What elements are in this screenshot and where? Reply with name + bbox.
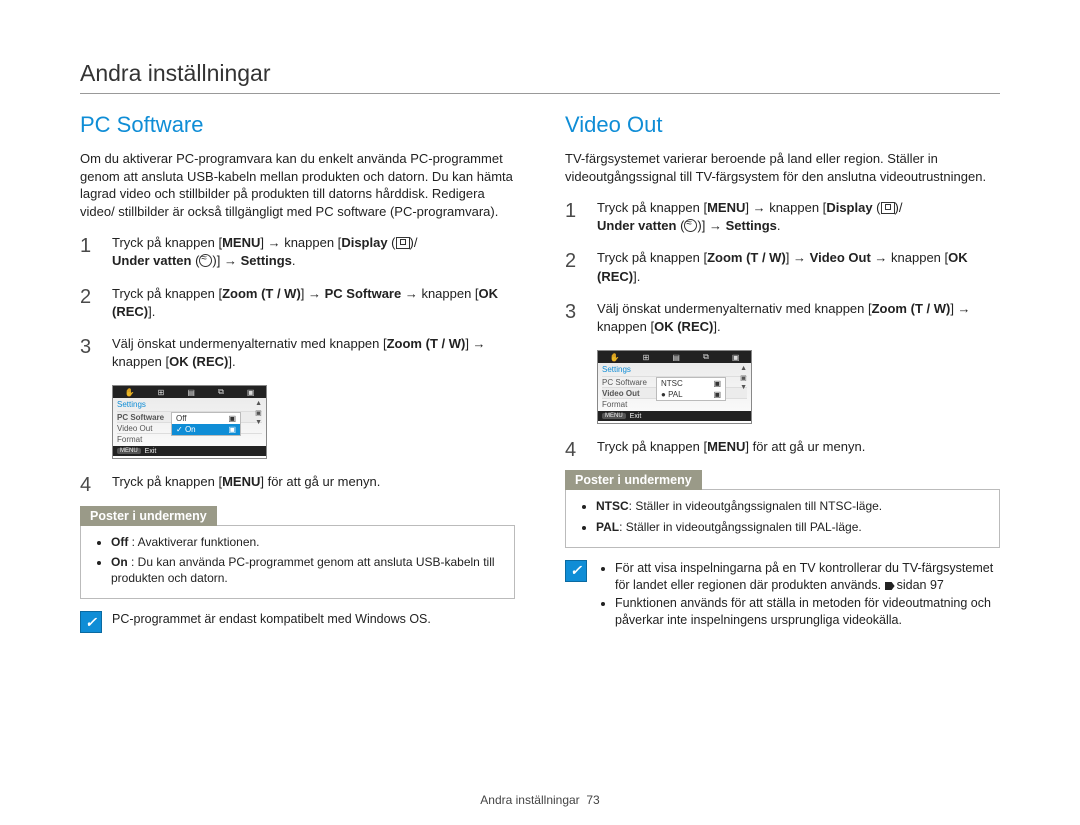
step-2: Tryck på knappen [Zoom (T / W)] → Video …: [565, 249, 1000, 285]
step-3: Välj önskat undermenyalternativ med knap…: [565, 300, 1000, 336]
step-1: Tryck på knappen [MENU] → knappen [Displ…: [565, 199, 1000, 235]
submenu-item-off: Off : Avaktiverar funktionen.: [111, 534, 502, 550]
note-icon: ✓: [565, 560, 587, 582]
column-pc-software: PC Software Om du aktiverar PC-programva…: [80, 112, 515, 633]
display-icon: [396, 237, 410, 249]
ui-screenshot-pc-software: ✋⊞▤⧉▣ Settings PC Software Video Out For…: [112, 385, 267, 459]
ui-popup-ntsc: NTSC▣: [657, 378, 725, 389]
submenu-header: Poster i undermeny: [565, 470, 702, 490]
page-footer: Andra inställningar 73: [0, 793, 1080, 807]
submenu-box: NTSC: Ställer in videoutgångssignalen ti…: [565, 489, 1000, 547]
ui-topbar: ✋⊞▤⧉▣: [598, 351, 751, 363]
heading-video-out: Video Out: [565, 112, 1000, 138]
submenu-item-ntsc: NTSC: Ställer in videoutgångssignalen ti…: [596, 498, 987, 514]
ui-side-icons: ▲▣▼: [255, 400, 262, 426]
page-number: 73: [586, 793, 599, 807]
step-2: Tryck på knappen [Zoom (T / W)] → PC Sof…: [80, 285, 515, 321]
ui-popup-on: ✓ On▣: [172, 424, 240, 435]
intro-pc-software: Om du aktiverar PC-programvara kan du en…: [80, 150, 515, 220]
ui-popup: NTSC▣ ● PAL▣: [656, 377, 726, 401]
ui-side-icons: ▲▣▼: [740, 365, 747, 391]
ui-topbar: ✋⊞▤⧉▣: [113, 386, 266, 398]
ui-screenshot-video-out: ✋⊞▤⧉▣ Settings PC Software Video Out For…: [597, 350, 752, 424]
ui-popup-pal: ● PAL▣: [657, 389, 725, 400]
ui-bottombar: MENUExit: [598, 411, 751, 421]
note-line-1: För att visa inspelningarna på en TV kon…: [615, 560, 1000, 595]
ui-popup-off: Off▣: [172, 413, 240, 424]
footer-label: Andra inställningar: [480, 793, 579, 807]
intro-video-out: TV-färgsystemet varierar beroende på lan…: [565, 150, 1000, 185]
note-block: ✓ För att visa inspelningarna på en TV k…: [565, 560, 1000, 630]
ui-settings-label: Settings: [598, 363, 751, 376]
note-line-2: Funktionen används för att ställa in met…: [615, 595, 1000, 630]
step-3: Välj önskat undermenyalternativ med knap…: [80, 335, 515, 371]
submenu-item-pal: PAL: Ställer in videoutgångssignalen til…: [596, 519, 987, 535]
submenu-box: Off : Avaktiverar funktionen. On : Du ka…: [80, 525, 515, 600]
underwater-icon: [199, 254, 212, 267]
step-1: Tryck på knappen [MENU] → knappen [Displ…: [80, 234, 515, 270]
page-ref-icon: [885, 582, 895, 590]
note-icon: ✓: [80, 611, 102, 633]
note-block: ✓ PC-programmet är endast kompatibelt me…: [80, 611, 515, 633]
ui-popup: Off▣ ✓ On▣: [171, 412, 241, 436]
column-video-out: Video Out TV-färgsystemet varierar beroe…: [565, 112, 1000, 633]
ui-settings-label: Settings: [113, 398, 266, 411]
submenu-header: Poster i undermeny: [80, 506, 217, 526]
step-4: Tryck på knappen [MENU] för att gå ur me…: [80, 473, 515, 491]
heading-pc-software: PC Software: [80, 112, 515, 138]
ui-bottombar: MENUExit: [113, 446, 266, 456]
step-4: Tryck på knappen [MENU] för att gå ur me…: [565, 438, 1000, 456]
submenu-item-on: On : Du kan använda PC-programmet genom …: [111, 554, 502, 586]
title-divider: [80, 93, 1000, 94]
display-icon: [881, 202, 895, 214]
underwater-icon: [684, 219, 697, 232]
note-text: PC-programmet är endast kompatibelt med …: [112, 611, 431, 629]
page-title: Andra inställningar: [80, 60, 1000, 87]
